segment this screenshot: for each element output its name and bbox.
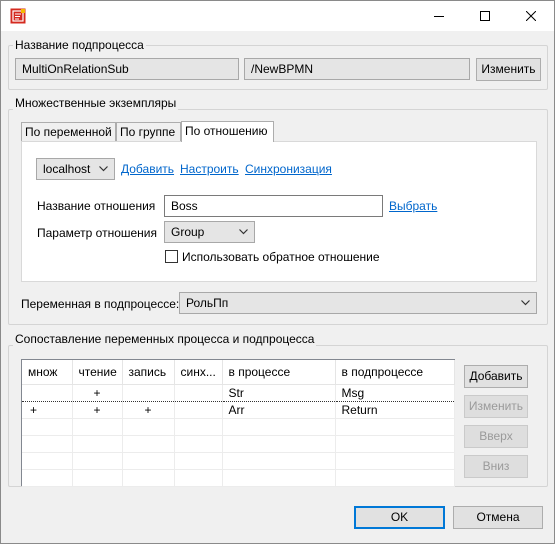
table-cell — [122, 383, 175, 402]
tab-by-group[interactable]: По группе — [116, 122, 181, 142]
relation-param-value: Group — [171, 225, 205, 239]
subprocess-name-field: MultiOnRelationSub — [15, 58, 239, 80]
table-row[interactable] — [22, 435, 455, 453]
app-icon — [10, 8, 26, 24]
column-header[interactable]: запись — [122, 360, 175, 385]
cancel-button[interactable]: Отмена — [453, 506, 543, 529]
column-header[interactable]: чтение — [72, 360, 123, 385]
minimize-button[interactable] — [416, 1, 462, 31]
subprocess-variable-value: РольПп — [186, 296, 229, 310]
table-cell: + — [22, 401, 73, 419]
multi-instance-group-title: Множественные экземпляры — [13, 96, 179, 110]
title-bar — [1, 1, 554, 31]
table-cell: Msg — [335, 383, 455, 402]
table-row[interactable] — [22, 418, 455, 436]
table-cell: Arr — [222, 401, 336, 419]
subprocess-variable-select[interactable]: РольПп — [179, 292, 537, 314]
subprocess-path-field: /NewBPMN — [244, 58, 470, 80]
subprocess-variable-label: Переменная в подпроцессе: — [21, 297, 180, 311]
column-header[interactable]: в процессе — [222, 360, 336, 385]
server-select[interactable]: localhost — [36, 158, 115, 180]
server-select-value: localhost — [43, 162, 91, 176]
table-row[interactable] — [22, 469, 455, 487]
table-row[interactable]: + Str Msg — [22, 383, 455, 402]
subprocess-group-title: Название подпроцесса — [13, 38, 146, 52]
table-cell: Return — [335, 401, 455, 419]
relation-param-label: Параметр отношения — [37, 226, 158, 240]
table-row[interactable]: + + + Arr Return — [22, 401, 455, 419]
chevron-down-icon — [99, 166, 108, 172]
edit-mapping-button[interactable]: Изменить — [464, 395, 528, 418]
maximize-icon — [480, 11, 490, 21]
maximize-button[interactable] — [462, 1, 508, 31]
tab-by-relation[interactable]: По отношению — [181, 121, 274, 142]
column-header[interactable]: в подпроцессе — [335, 360, 455, 385]
change-subprocess-button[interactable]: Изменить — [476, 58, 541, 81]
mapping-group-title: Сопоставление переменных процесса и подп… — [13, 332, 317, 346]
chevron-down-icon — [521, 300, 530, 306]
table-cell: Str — [222, 383, 336, 402]
relation-param-select[interactable]: Group — [164, 221, 255, 243]
close-button[interactable] — [508, 1, 554, 31]
chevron-down-icon — [239, 229, 248, 235]
table-cell: + — [72, 401, 123, 419]
table-cell — [174, 401, 223, 419]
mapping-table: множ чтение запись синх... в процессе в … — [22, 360, 455, 487]
ok-button[interactable]: OK — [354, 506, 445, 529]
relation-name-input[interactable]: Boss — [164, 195, 383, 217]
inverse-relation-checkbox[interactable] — [165, 250, 178, 263]
inverse-relation-label: Использовать обратное отношение — [182, 250, 380, 264]
choose-relation-link[interactable]: Выбрать — [389, 199, 437, 213]
move-up-button[interactable]: Вверх — [464, 425, 528, 448]
table-cell — [22, 383, 73, 402]
relation-name-label: Название отношения — [37, 199, 156, 213]
move-down-button[interactable]: Вниз — [464, 455, 528, 478]
configure-link[interactable]: Настроить — [180, 162, 239, 176]
sync-link[interactable]: Синхронизация — [245, 162, 332, 176]
add-server-link[interactable]: Добавить — [121, 162, 174, 176]
close-icon — [526, 11, 536, 21]
table-cell: + — [122, 401, 175, 419]
add-mapping-button[interactable]: Добавить — [464, 365, 528, 388]
minimize-icon — [434, 16, 444, 17]
table-cell — [174, 383, 223, 402]
table-row[interactable] — [22, 452, 455, 470]
tab-by-variable[interactable]: По переменной — [21, 122, 116, 142]
table-cell: + — [72, 383, 123, 402]
dialog-window: Название подпроцесса MultiOnRelationSub … — [0, 0, 555, 544]
mapping-table-header: множ чтение запись синх... в процессе в … — [22, 360, 455, 385]
column-header[interactable]: множ — [22, 360, 73, 385]
column-header[interactable]: синх... — [174, 360, 223, 385]
